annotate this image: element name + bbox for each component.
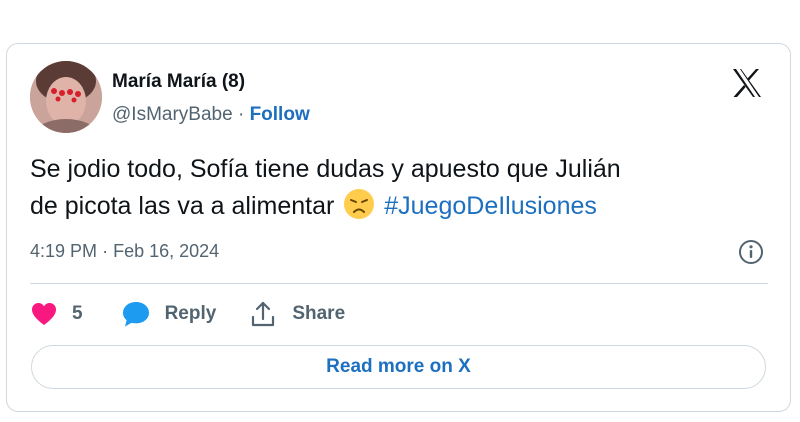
reply-button[interactable]: Reply <box>121 300 217 328</box>
tweet-actions: 5 Reply Share <box>30 299 345 329</box>
meta-separator: · <box>102 241 109 261</box>
tweet-text-segment: de picota las va a alimentar <box>30 192 335 220</box>
embedded-tweet-card: María María (8) @IsMaryBabe · Follow Se … <box>6 43 791 412</box>
share-upload-icon <box>250 300 276 328</box>
avatar[interactable] <box>30 61 102 133</box>
like-count: 5 <box>72 303 83 324</box>
handle-separator: · <box>237 104 245 125</box>
tweet-timestamp[interactable]: 4:19 PM · Feb 16, 2024 <box>30 241 219 262</box>
share-button[interactable]: Share <box>250 300 345 328</box>
follow-button[interactable]: Follow <box>250 104 310 125</box>
tweet-text: Se jodio todo, Sofía tiene dudas y apues… <box>30 151 750 225</box>
disappointed-face-emoji-icon <box>343 188 375 220</box>
author-name[interactable]: María María (8) <box>112 71 245 93</box>
divider <box>30 283 768 284</box>
tweet-date: Feb 16, 2024 <box>113 241 220 261</box>
reply-label: Reply <box>164 303 217 324</box>
hashtag-link[interactable]: #JuegoDeIlusiones <box>384 192 597 220</box>
author-handle[interactable]: @IsMaryBabe <box>112 104 233 125</box>
tweet-time: 4:19 PM <box>30 241 98 261</box>
read-more-button[interactable]: Read more on X <box>31 345 766 389</box>
heart-icon <box>30 301 58 327</box>
speech-bubble-icon <box>121 300 151 328</box>
tweet-text-line: Se jodio todo, Sofía tiene dudas y apues… <box>30 155 621 183</box>
tweet-text-line: de picota las va a alimentar #JuegoDeIlu… <box>30 188 750 225</box>
like-button[interactable]: 5 <box>30 301 83 327</box>
author-handle-row: @IsMaryBabe · Follow <box>112 104 310 126</box>
share-label: Share <box>292 303 346 324</box>
info-icon[interactable] <box>738 239 764 265</box>
x-logo-icon[interactable] <box>730 66 764 100</box>
